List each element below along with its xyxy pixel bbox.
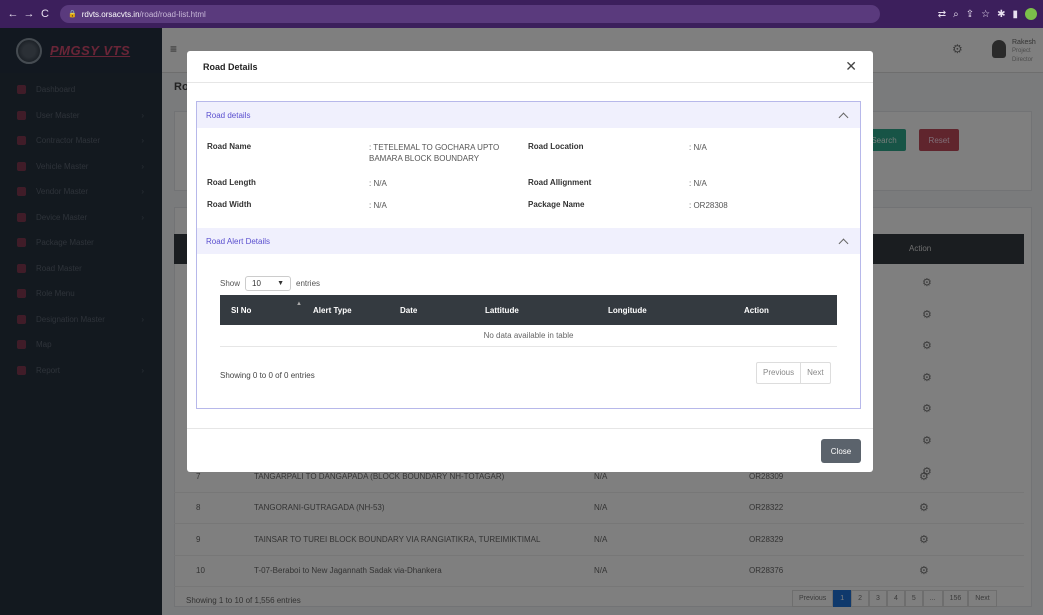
alert-table-header: Sl No ▲ Alert Type Date Lattitude Longit… <box>220 295 837 325</box>
road-width-label: Road Width <box>207 200 252 209</box>
browser-actions: ⇄ ⌕ ⇪ ☆ ✱ ▮ <box>938 8 1037 20</box>
road-location-label: Road Location <box>528 142 584 151</box>
previous-page-button[interactable]: Previous <box>757 363 800 383</box>
road-details-heading: Road details <box>206 110 251 120</box>
url-path: /road/road-list.html <box>139 9 206 19</box>
road-width-value: : N/A <box>369 201 387 210</box>
road-allignment-value: : N/A <box>689 179 707 188</box>
chevron-down-icon: ▼ <box>277 280 285 287</box>
show-label: Show <box>220 279 241 288</box>
entries-select[interactable]: 10 ▼ <box>245 276 292 291</box>
road-length-value: : N/A <box>369 179 387 188</box>
chevron-up-icon <box>838 238 849 248</box>
modal-footer: Close <box>187 428 873 472</box>
close-button[interactable]: Close <box>821 439 861 463</box>
road-allignment-label: Road Allignment <box>528 178 592 187</box>
lock-icon: 🔒 <box>68 11 77 18</box>
browser-toolbar: ← → C 🔒 rdvts.orsacvts.in/road/road-list… <box>0 0 1043 28</box>
address-bar[interactable]: 🔒 rdvts.orsacvts.in/road/road-list.html <box>60 5 880 23</box>
column-header-longitude[interactable]: Longitude <box>608 306 647 315</box>
package-name-value: : OR28308 <box>689 201 728 210</box>
url-host: rdvts.orsacvts.in <box>81 9 140 19</box>
column-header-date[interactable]: Date <box>400 306 417 315</box>
extensions-icon[interactable]: ✱ <box>997 9 1005 20</box>
chevron-up-icon <box>838 112 849 122</box>
alert-table-pagination: Previous Next <box>756 362 831 384</box>
column-header-sl-no[interactable]: Sl No <box>231 306 251 315</box>
road-details-modal: Road Details ✕ Road details Road Name : … <box>187 51 873 472</box>
column-header-action[interactable]: Action <box>744 306 769 315</box>
alert-table-empty: No data available in table <box>220 325 837 347</box>
sort-icon: ▲ <box>296 301 302 307</box>
modal-header: Road Details ✕ <box>187 51 873 83</box>
road-name-label: Road Name <box>207 142 252 151</box>
bookmark-icon[interactable]: ☆ <box>981 9 990 20</box>
road-alert-section: Road Alert Details Show 10 ▼ entries Sl … <box>196 228 861 409</box>
close-icon[interactable]: ✕ <box>845 58 857 75</box>
road-details-section: Road details Road Name : TETELEMAL TO GO… <box>196 101 861 229</box>
share-icon[interactable]: ⇪ <box>966 9 974 20</box>
road-details-body: Road Name : TETELEMAL TO GOCHARA UPTO BA… <box>197 128 860 228</box>
entries-length-control: Show 10 ▼ entries <box>220 276 320 291</box>
next-page-button[interactable]: Next <box>800 363 829 383</box>
package-name-label: Package Name <box>528 200 585 209</box>
road-length-label: Road Length <box>207 178 256 187</box>
back-icon[interactable]: ← <box>6 8 20 20</box>
road-alert-body: Show 10 ▼ entries Sl No ▲ Alert Type Dat… <box>197 254 860 408</box>
profile-icon[interactable] <box>1025 8 1037 20</box>
road-alert-toggle[interactable]: Road Alert Details <box>197 228 860 254</box>
translate-icon[interactable]: ⇄ <box>938 9 946 20</box>
road-alert-heading: Road Alert Details <box>206 236 271 246</box>
road-details-toggle[interactable]: Road details <box>197 102 860 128</box>
zoom-icon[interactable]: ⌕ <box>953 9 959 20</box>
entries-label: entries <box>296 279 321 288</box>
column-header-lattitude[interactable]: Lattitude <box>485 306 519 315</box>
road-location-value: : N/A <box>689 143 707 152</box>
sidepanel-icon[interactable]: ▮ <box>1012 9 1018 20</box>
modal-title: Road Details <box>203 61 258 72</box>
alert-table-info: Showing 0 to 0 of 0 entries <box>220 371 315 380</box>
road-name-value: : TETELEMAL TO GOCHARA UPTO BAMARA BLOCK… <box>369 143 500 163</box>
forward-icon[interactable]: → <box>22 8 36 20</box>
entries-select-value: 10 <box>252 279 261 288</box>
column-header-alert-type[interactable]: Alert Type <box>313 306 352 315</box>
reload-icon[interactable]: C <box>38 8 52 20</box>
